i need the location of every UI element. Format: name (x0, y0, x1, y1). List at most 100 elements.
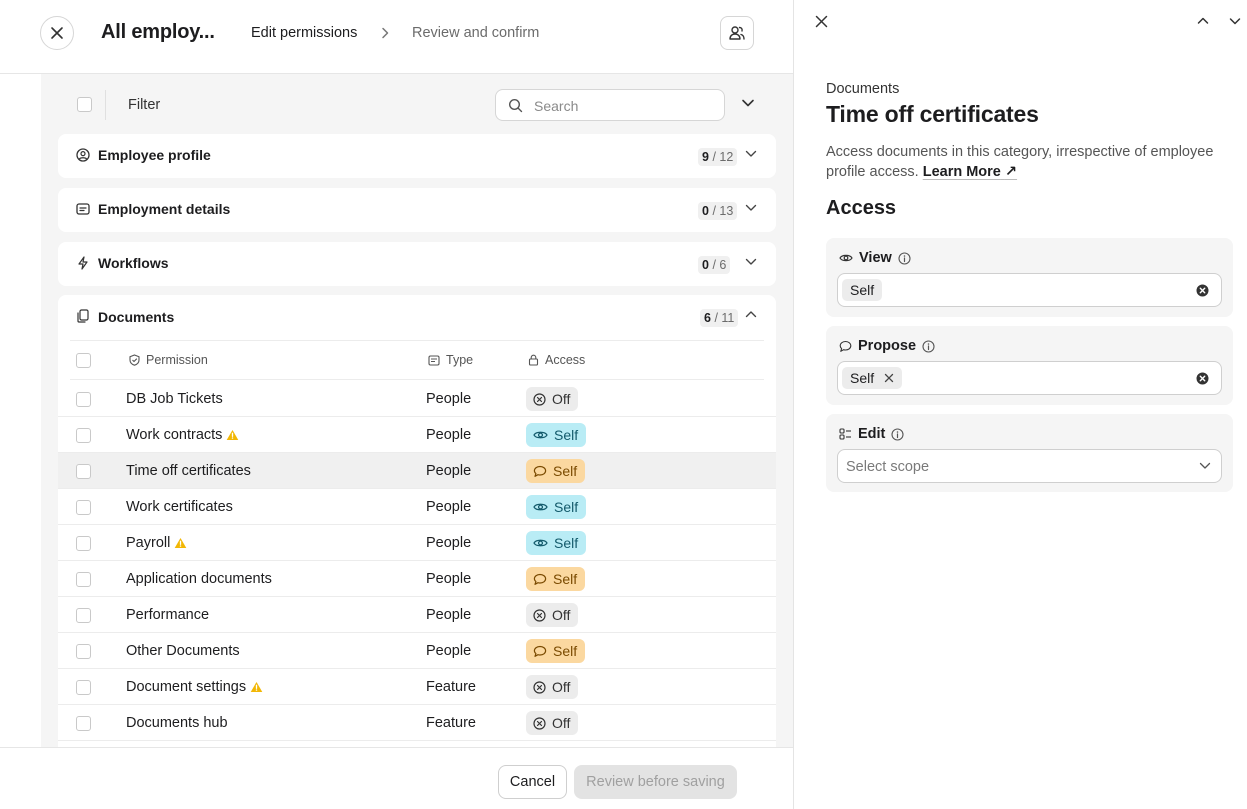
section-title: Employee profile (98, 147, 211, 163)
filter-label[interactable]: Filter (128, 97, 160, 113)
edit-grid-icon (839, 428, 851, 440)
users-switch-button[interactable] (720, 16, 754, 50)
access-label: Off (552, 715, 571, 731)
access-pill[interactable]: Self (526, 567, 586, 591)
chevron-down-icon[interactable] (741, 98, 755, 108)
access-label: Self (553, 571, 578, 587)
chevron-down-icon[interactable] (1228, 14, 1242, 28)
chevron-down-icon (745, 258, 757, 265)
access-heading: Access (826, 197, 897, 219)
table-row[interactable]: Other Documents People Self (58, 633, 776, 669)
warning-icon (250, 682, 263, 692)
count-enabled: 0 (702, 204, 709, 218)
access-pill[interactable]: Self (526, 531, 587, 555)
row-checkbox[interactable] (76, 536, 91, 551)
propose-access-card: Propose Self (826, 326, 1233, 405)
cancel-button[interactable]: Cancel (498, 765, 567, 799)
access-pill[interactable]: Off (526, 387, 579, 411)
search-input[interactable] (534, 96, 714, 116)
column-label: Access (545, 353, 586, 367)
row-checkbox[interactable] (76, 500, 91, 515)
permission-type: People (426, 427, 472, 443)
row-checkbox[interactable] (76, 464, 91, 479)
chevron-down-icon (745, 204, 757, 211)
access-label: Self (553, 463, 578, 479)
row-checkbox[interactable] (76, 716, 91, 731)
propose-label: Propose (858, 338, 917, 354)
permission-name: Work certificates (126, 499, 233, 515)
table-row[interactable]: Performance People Off (58, 597, 776, 633)
access-label: Self (554, 499, 579, 515)
column-label: Permission (146, 353, 208, 367)
table-row[interactable]: Work contracts People Self (58, 417, 776, 453)
permission-type: Feature (426, 715, 476, 731)
access-pill[interactable]: Self (526, 459, 586, 483)
propose-scope-field[interactable]: Self (837, 361, 1222, 395)
speech-bubble-icon (533, 573, 547, 585)
chevron-up-icon[interactable] (1196, 14, 1210, 28)
row-checkbox[interactable] (76, 608, 91, 623)
row-checkbox[interactable] (76, 572, 91, 587)
section-employee-profile[interactable]: Employee profile 9 / 12 (58, 134, 776, 178)
row-checkbox[interactable] (76, 644, 91, 659)
count-total: / 13 (712, 204, 734, 218)
table-row[interactable]: Document settings Feature Off (58, 669, 776, 705)
external-link-icon: ↗ (1004, 164, 1018, 180)
table-row[interactable]: DB Job Tickets People Off (58, 381, 776, 417)
access-pill[interactable]: Off (526, 603, 579, 627)
row-checkbox[interactable] (76, 680, 91, 695)
view-scope-field[interactable]: Self (837, 273, 1222, 307)
permission-label: Payroll (126, 535, 171, 551)
info-icon[interactable] (891, 427, 904, 441)
info-icon[interactable] (922, 339, 935, 353)
table-row[interactable]: Documents hub Feature Off (58, 705, 776, 741)
row-checkbox[interactable] (76, 392, 91, 407)
lightning-icon (78, 256, 88, 270)
access-pill[interactable]: Self (526, 495, 587, 519)
access-pill[interactable]: Self (526, 639, 586, 663)
table-header: Permission Type Access (70, 340, 764, 380)
search-box[interactable] (495, 89, 725, 121)
select-all-documents-checkbox[interactable] (76, 353, 91, 368)
row-checkbox[interactable] (76, 428, 91, 443)
table-row[interactable]: Application documents People Self (58, 561, 776, 597)
documents-icon (77, 309, 89, 323)
access-pill[interactable]: Self (526, 423, 587, 447)
count-enabled: 6 (704, 311, 711, 325)
documents-header[interactable]: Documents 6 / 11 (58, 295, 776, 339)
permission-type: People (426, 391, 472, 407)
count-enabled: 0 (702, 258, 709, 272)
close-icon[interactable] (814, 14, 829, 29)
shield-icon (129, 354, 140, 366)
divider (105, 90, 106, 120)
access-label: Off (552, 679, 571, 695)
learn-more-link[interactable]: Learn More ↗ (923, 164, 1017, 180)
permission-type: People (426, 463, 472, 479)
speech-bubble-icon (839, 340, 852, 352)
clear-icon[interactable] (1196, 284, 1209, 297)
select-all-checkbox[interactable] (77, 97, 92, 112)
table-row[interactable]: Payroll People Self (58, 525, 776, 561)
table-row[interactable]: Work certificates People Self (58, 489, 776, 525)
access-pill[interactable]: Off (526, 675, 579, 699)
table-row[interactable]: Time off certificates People Self (58, 453, 776, 489)
section-employment-details[interactable]: Employment details 0 / 13 (58, 188, 776, 232)
edit-scope-select[interactable]: Select scope (837, 449, 1222, 483)
eye-icon (533, 539, 548, 547)
permission-type: People (426, 499, 472, 515)
info-icon[interactable] (898, 251, 911, 265)
remove-chip-icon[interactable] (884, 373, 894, 383)
review-before-saving-button[interactable]: Review before saving (574, 765, 737, 799)
access-label: Self (554, 427, 579, 443)
step-review-confirm[interactable]: Review and confirm (412, 25, 539, 41)
access-pill[interactable]: Off (526, 711, 579, 735)
permission-label: Work certificates (126, 499, 233, 515)
section-workflows[interactable]: Workflows 0 / 6 (58, 242, 776, 286)
permission-type: People (426, 535, 472, 551)
access-label: Off (552, 391, 571, 407)
panel-title: Time off certificates (826, 101, 1039, 127)
close-editor-button[interactable] (40, 16, 74, 50)
search-icon (508, 98, 523, 113)
clear-icon[interactable] (1196, 372, 1209, 385)
step-edit-permissions[interactable]: Edit permissions (251, 25, 357, 41)
